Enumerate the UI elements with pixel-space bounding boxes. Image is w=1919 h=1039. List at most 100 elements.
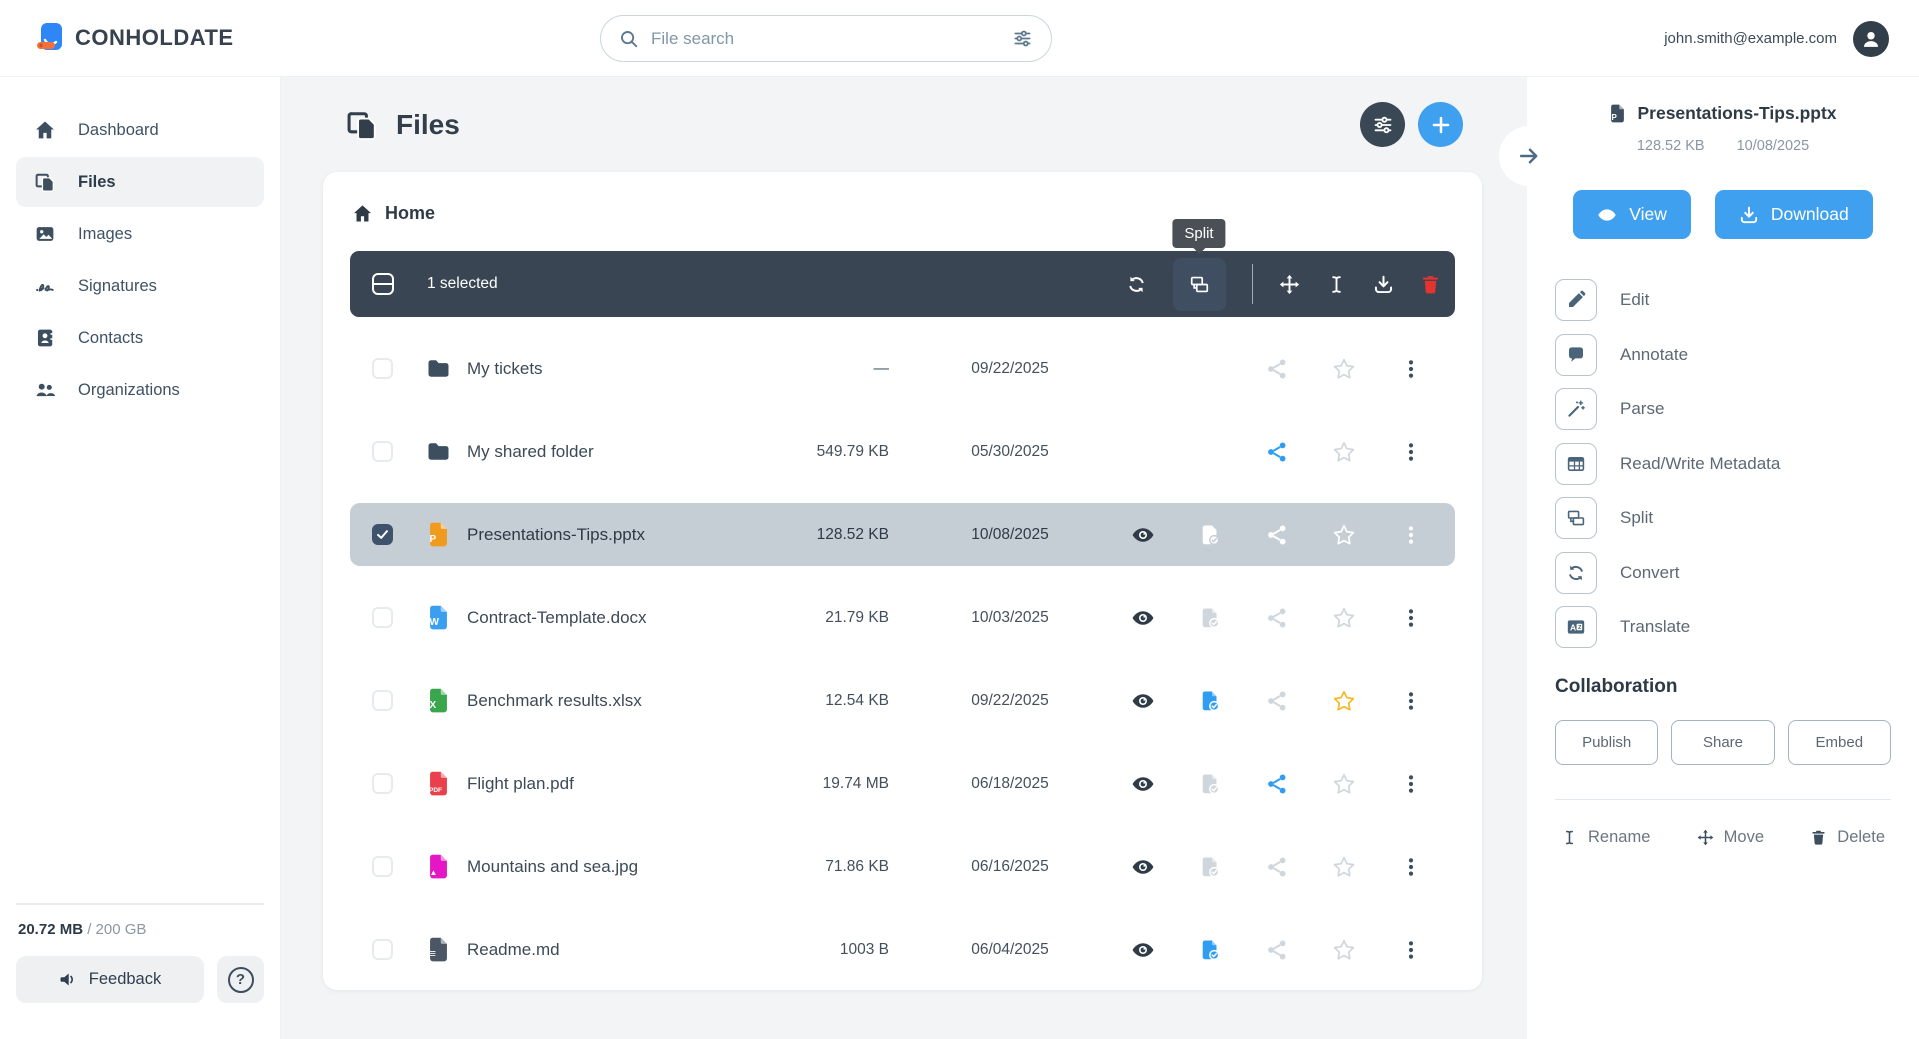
- star-icon[interactable]: [1332, 440, 1356, 464]
- breadcrumb[interactable]: Home: [350, 198, 1455, 228]
- more-options-icon[interactable]: [1399, 855, 1423, 879]
- star-icon[interactable]: [1332, 938, 1356, 962]
- avatar[interactable]: [1853, 21, 1889, 57]
- table-row[interactable]: W Contract-Template.docx 21.79 KB 10/03/…: [350, 586, 1455, 649]
- file-check-icon[interactable]: [1198, 772, 1222, 796]
- sidebar-item-signatures[interactable]: Signatures: [16, 261, 264, 311]
- rename-button[interactable]: Rename: [1561, 828, 1650, 847]
- file-name[interactable]: Flight plan.pdf: [467, 774, 774, 794]
- add-file-button[interactable]: [1418, 102, 1463, 147]
- star-icon[interactable]: [1332, 606, 1356, 630]
- share-button[interactable]: Share: [1671, 720, 1774, 765]
- action-convert[interactable]: Convert: [1555, 552, 1891, 594]
- action-parse[interactable]: Parse: [1555, 388, 1891, 430]
- view-settings-button[interactable]: [1360, 102, 1405, 147]
- search-filter-icon[interactable]: [1012, 28, 1033, 49]
- sidebar-item-organizations[interactable]: Organizations: [16, 365, 264, 415]
- action-edit[interactable]: Edit: [1555, 279, 1891, 321]
- translate-button[interactable]: [1555, 606, 1597, 648]
- collapse-panel-button[interactable]: [1499, 126, 1559, 186]
- table-row[interactable]: PDF Flight plan.pdf 19.74 MB 06/18/2025: [350, 752, 1455, 815]
- file-name[interactable]: Contract-Template.docx: [467, 608, 774, 628]
- sidebar-item-contacts[interactable]: Contacts: [16, 313, 264, 363]
- table-row[interactable]: X Benchmark results.xlsx 12.54 KB 09/22/…: [350, 669, 1455, 732]
- row-checkbox[interactable]: [372, 441, 393, 462]
- star-icon[interactable]: [1332, 357, 1356, 381]
- download-button[interactable]: Download: [1715, 190, 1873, 239]
- action-translate[interactable]: Translate: [1555, 606, 1891, 648]
- rename-icon[interactable]: [1326, 274, 1347, 295]
- move-button[interactable]: Move: [1697, 828, 1764, 847]
- publish-button[interactable]: Publish: [1555, 720, 1658, 765]
- download-icon[interactable]: [1373, 274, 1394, 295]
- share-icon[interactable]: [1265, 938, 1289, 962]
- file-check-icon[interactable]: [1198, 855, 1222, 879]
- star-icon[interactable]: [1332, 855, 1356, 879]
- view-icon[interactable]: [1131, 606, 1155, 630]
- metadata-button[interactable]: [1555, 443, 1597, 485]
- select-all-checkbox[interactable]: [372, 273, 394, 295]
- view-icon[interactable]: [1131, 689, 1155, 713]
- view-icon[interactable]: [1131, 938, 1155, 962]
- share-icon[interactable]: [1265, 523, 1289, 547]
- share-icon[interactable]: [1265, 855, 1289, 879]
- embed-button[interactable]: Embed: [1788, 720, 1891, 765]
- move-icon[interactable]: [1279, 274, 1300, 295]
- file-name[interactable]: Mountains and sea.jpg: [467, 857, 774, 877]
- more-options-icon[interactable]: [1399, 606, 1423, 630]
- more-options-icon[interactable]: [1399, 440, 1423, 464]
- table-row[interactable]: P Presentations-Tips.pptx 128.52 KB 10/0…: [350, 503, 1455, 566]
- file-name[interactable]: My tickets: [467, 359, 774, 379]
- file-name[interactable]: My shared folder: [467, 442, 774, 462]
- action-annotate[interactable]: Annotate: [1555, 334, 1891, 376]
- star-icon[interactable]: [1332, 772, 1356, 796]
- view-icon[interactable]: [1131, 855, 1155, 879]
- search-input[interactable]: [639, 29, 1012, 49]
- split-button[interactable]: [1555, 497, 1597, 539]
- view-button[interactable]: View: [1573, 190, 1691, 239]
- annotate-button[interactable]: [1555, 334, 1597, 376]
- more-options-icon[interactable]: [1399, 689, 1423, 713]
- split-button[interactable]: Split: [1173, 258, 1226, 311]
- action-metadata[interactable]: Read/Write Metadata: [1555, 443, 1891, 485]
- more-options-icon[interactable]: [1399, 772, 1423, 796]
- row-checkbox[interactable]: [372, 856, 393, 877]
- file-check-icon[interactable]: [1198, 523, 1222, 547]
- share-icon[interactable]: [1265, 772, 1289, 796]
- file-name[interactable]: Presentations-Tips.pptx: [467, 525, 774, 545]
- star-icon[interactable]: [1332, 523, 1356, 547]
- share-icon[interactable]: [1265, 357, 1289, 381]
- row-checkbox[interactable]: [372, 524, 393, 545]
- more-options-icon[interactable]: [1399, 357, 1423, 381]
- share-icon[interactable]: [1265, 606, 1289, 630]
- action-split[interactable]: Split: [1555, 497, 1891, 539]
- more-options-icon[interactable]: [1399, 938, 1423, 962]
- file-check-icon[interactable]: [1198, 689, 1222, 713]
- row-checkbox[interactable]: [372, 939, 393, 960]
- row-checkbox[interactable]: [372, 690, 393, 711]
- table-row[interactable]: My tickets — 09/22/2025: [350, 337, 1455, 400]
- help-button[interactable]: ?: [217, 956, 264, 1003]
- star-icon[interactable]: [1332, 689, 1356, 713]
- more-options-icon[interactable]: [1399, 523, 1423, 547]
- file-name[interactable]: Readme.md: [467, 940, 774, 960]
- row-checkbox[interactable]: [372, 358, 393, 379]
- table-row[interactable]: My shared folder 549.79 KB 05/30/2025: [350, 420, 1455, 483]
- share-icon[interactable]: [1265, 689, 1289, 713]
- parse-button[interactable]: [1555, 388, 1597, 430]
- row-checkbox[interactable]: [372, 607, 393, 628]
- brand-logo[interactable]: CONHOLDATE: [36, 22, 234, 54]
- view-icon[interactable]: [1131, 523, 1155, 547]
- convert-icon[interactable]: [1126, 274, 1147, 295]
- file-check-icon[interactable]: [1198, 606, 1222, 630]
- table-row[interactable]: ▲ Mountains and sea.jpg 71.86 KB 06/16/2…: [350, 835, 1455, 898]
- table-row[interactable]: ≡ Readme.md 1003 B 06/04/2025: [350, 918, 1455, 981]
- sidebar-item-dashboard[interactable]: Dashboard: [16, 105, 264, 155]
- delete-button[interactable]: Delete: [1810, 828, 1885, 847]
- sidebar-item-files[interactable]: Files: [16, 157, 264, 207]
- share-icon[interactable]: [1265, 440, 1289, 464]
- file-name[interactable]: Benchmark results.xlsx: [467, 691, 774, 711]
- view-icon[interactable]: [1131, 772, 1155, 796]
- convert-button[interactable]: [1555, 552, 1597, 594]
- sidebar-item-images[interactable]: Images: [16, 209, 264, 259]
